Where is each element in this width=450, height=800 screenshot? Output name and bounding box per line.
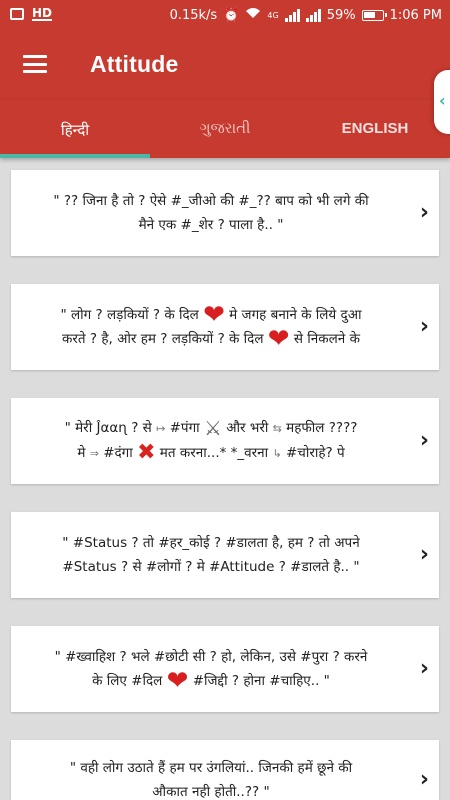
crossed-swords-icon: ⚔	[203, 416, 222, 440]
signal-icon	[284, 8, 300, 22]
list-item[interactable]: " #ख्वाहिश ? भले #छोटी सी ? हो, लेकिन, उ…	[11, 626, 439, 712]
heart-icon: ❤	[267, 324, 290, 354]
double-arrow-icon: ⇒	[89, 447, 99, 460]
clock: 1:06 PM	[389, 7, 442, 23]
quote-text: " लोग ? लड़कियों ? के दिल ❤ मे जगह बनाने…	[60, 300, 362, 354]
chevron-right-icon: ›	[419, 200, 429, 225]
battery-icon	[361, 9, 387, 21]
network-speed: 0.15k/s	[169, 7, 218, 23]
quote-text: " ?? जिना है तो ? ऐसे #_जीओ की #_?? बाप …	[53, 193, 369, 233]
list-item[interactable]: " वही लोग उठाते हैं हम पर उंगलियां.. जिन…	[11, 740, 439, 800]
battery-percent: 59%	[326, 7, 356, 23]
chevron-right-icon: ›	[419, 542, 429, 567]
heart-icon: ❤	[203, 300, 225, 330]
chevron-right-icon: ›	[419, 656, 429, 681]
tab-hindi[interactable]: हिन्दी	[0, 100, 150, 158]
quote-text: " #Status ? तो #हर_कोई ? #डालता है, हम ?…	[62, 535, 360, 575]
cross-mark-icon: ✖	[137, 440, 156, 465]
hd-badge: HD	[32, 6, 53, 21]
chevron-right-icon: ›	[419, 428, 429, 453]
list-item[interactable]: " लोग ? लड़कियों ? के दिल ❤ मे जगह बनाने…	[11, 284, 439, 370]
language-tabs: हिन्दी ગુજરાતી ENGLISH	[0, 100, 450, 158]
side-drawer-handle[interactable]: ‹	[434, 70, 450, 134]
hamburger-menu-icon[interactable]	[23, 55, 47, 73]
swap-arrows-icon: ⇆	[272, 422, 282, 435]
heart-icon: ❤	[166, 666, 189, 696]
quote-text: " #ख्वाहिश ? भले #छोटी सी ? हो, लेकिन, उ…	[54, 649, 368, 696]
wifi-icon	[245, 7, 261, 23]
list-item[interactable]: " ?? जिना है तो ? ऐसे #_जीओ की #_?? बाप …	[11, 170, 439, 256]
network-type: 4G	[267, 10, 279, 20]
alarm-icon: ⏰	[223, 7, 240, 23]
arrow-icon: ↦	[156, 422, 166, 435]
quote-text: " मेरी Ĵααɳ ? से ↦ #पंगा ⚔ और भरी ⇆ महफी…	[64, 416, 358, 465]
screenshot-icon	[10, 8, 24, 20]
page-title: Attitude	[90, 51, 179, 77]
list-item[interactable]: " #Status ? तो #हर_कोई ? #डालता है, हम ?…	[11, 512, 439, 598]
tab-gujarati[interactable]: ગુજરાતી	[150, 100, 300, 158]
app-bar: Attitude	[0, 32, 450, 100]
tab-english[interactable]: ENGLISH	[300, 100, 450, 158]
chevron-left-icon: ‹	[439, 91, 446, 110]
status-bar: HD 0.15k/s ⏰ 4G 59% 1:06 PM	[0, 0, 450, 32]
chevron-right-icon: ›	[419, 314, 429, 339]
quote-text: " वही लोग उठाते हैं हम पर उंगलियां.. जिन…	[69, 760, 353, 800]
turn-arrow-icon: ↳	[272, 447, 282, 460]
signal-icon-2	[305, 8, 321, 22]
list-item[interactable]: " मेरी Ĵααɳ ? से ↦ #पंगा ⚔ और भरी ⇆ महफी…	[11, 398, 439, 484]
chevron-right-icon: ›	[419, 767, 429, 792]
